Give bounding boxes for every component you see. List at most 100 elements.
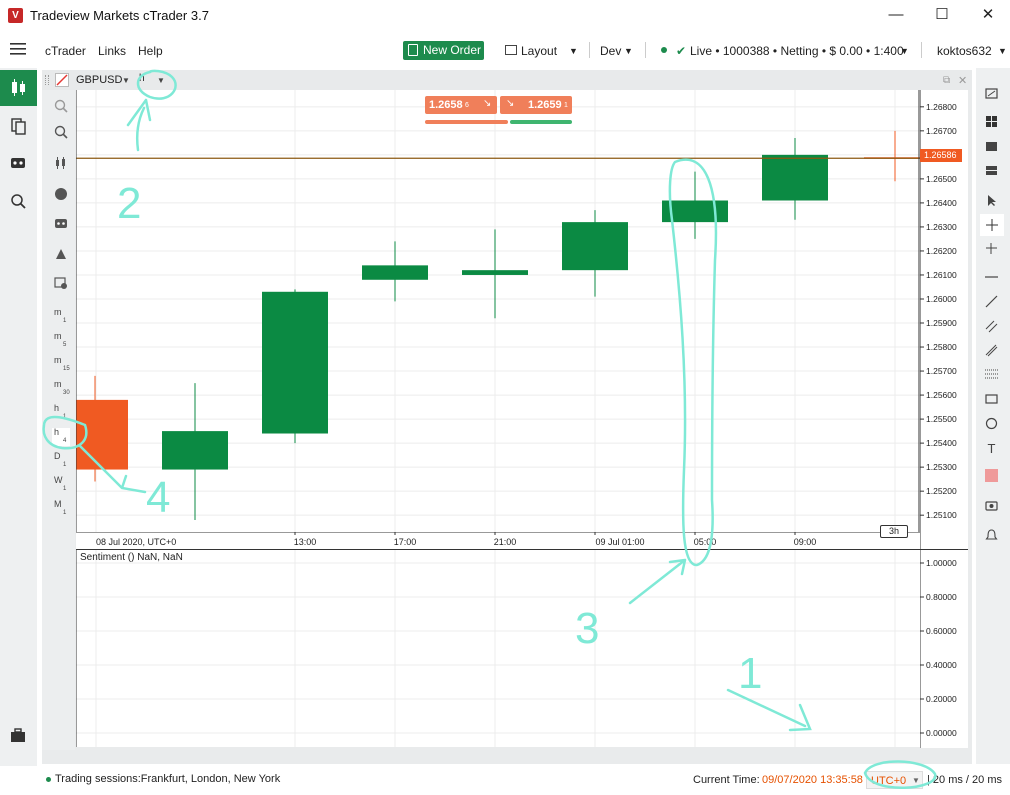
timeframe-sub: 30 (63, 390, 70, 396)
briefcase-icon[interactable] (0, 718, 37, 754)
price-chart[interactable] (62, 90, 926, 532)
sell-quote-button[interactable]: 1.2658 6 ↘ (425, 96, 497, 114)
split-layout-icon[interactable] (985, 164, 998, 177)
sentiment-tick-label: 0.60000 (926, 626, 957, 636)
price-tick-label: 1.25100 (926, 510, 957, 520)
timezone-selector[interactable]: UTC+0 ▼ (866, 771, 923, 789)
chart-edit-icon[interactable] (985, 87, 998, 100)
workspace-dropdown-arrow-icon[interactable]: ▼ (624, 46, 633, 56)
account-selector[interactable]: Live • 1000388 • Netting • $ 0.00 • 1:40… (690, 44, 904, 58)
price-tick-label: 1.26500 (926, 174, 957, 184)
window-title: Tradeview Markets cTrader 3.7 (30, 8, 209, 23)
layout-button[interactable]: Layout (521, 44, 557, 58)
price-tick-label: 1.26700 (926, 126, 957, 136)
candle-body (262, 291, 328, 434)
close-chart-icon[interactable]: ✕ (958, 74, 967, 87)
rectangle-tool-icon[interactable] (985, 393, 998, 406)
menu-links[interactable]: Links (98, 44, 126, 58)
sidebar-item-trade[interactable] (0, 70, 37, 106)
buy-quote-button[interactable]: ↘ 1.2659 1 (500, 96, 572, 114)
price-tick-label: 1.25700 (926, 366, 957, 376)
channel-icon[interactable] (985, 320, 998, 333)
price-tick-label: 1.25500 (926, 414, 957, 424)
maximize-button[interactable]: ☐ (922, 4, 962, 28)
current-time-label: Current Time: (693, 774, 760, 786)
buy-pip: 1 (564, 102, 568, 109)
workspace-dropdown[interactable]: Dev (600, 44, 621, 58)
sidebar-item-automate[interactable] (0, 146, 37, 182)
camera-icon[interactable] (985, 499, 998, 512)
layout-dropdown-arrow-icon[interactable]: ▼ (569, 46, 578, 56)
chart-type-icon[interactable] (55, 73, 69, 87)
hamburger-menu-icon[interactable] (10, 42, 26, 56)
candlestick-type-icon[interactable] (54, 156, 68, 170)
timeframe-m15[interactable]: m 15 (54, 356, 70, 374)
time-tick-label: 05:00 (694, 537, 717, 547)
sentiment-label: Sentiment () NaN, NaN (80, 552, 183, 563)
timeframe-label: W (54, 475, 63, 485)
time-tick-label: 08 Jul 2020, UTC+0 (96, 537, 176, 547)
price-tick-label: 1.26100 (926, 270, 957, 280)
sentiment-pane[interactable]: Sentiment () NaN, NaN (75, 550, 920, 747)
crosshair-tool-selected[interactable] (980, 214, 1004, 236)
time-axis: 08 Jul 2020, UTC+0 13:00 17:00 21:00 09 Jul … (76, 531, 920, 550)
detach-chart-icon[interactable]: ⧉ (943, 75, 950, 86)
alert-bell-icon[interactable] (985, 529, 998, 542)
social-icon[interactable] (54, 187, 68, 201)
text-tool-icon[interactable]: T (985, 441, 998, 456)
timeframe-h1[interactable]: h1 (54, 404, 66, 422)
robot-icon[interactable] (54, 216, 68, 230)
menu-ctrader[interactable]: cTrader (45, 44, 86, 58)
color-picker-icon[interactable] (985, 469, 998, 482)
toolbar-divider (589, 42, 590, 58)
timeframe-dropdown-arrow-icon[interactable]: ▼ (157, 76, 165, 85)
measure-tool-icon[interactable] (985, 242, 998, 255)
candle-body (362, 265, 428, 280)
sidebar-item-analyze[interactable] (0, 184, 37, 220)
price-tick-label: 1.25300 (926, 462, 957, 472)
timeframe-m1[interactable]: m1 (54, 308, 66, 326)
user-dropdown-arrow-icon[interactable]: ▼ (998, 46, 1007, 56)
symbol-selector[interactable]: GBPUSD (76, 74, 122, 86)
menu-help[interactable]: Help (138, 44, 163, 58)
timeframe-label: h (54, 403, 60, 413)
sentiment-tick-label: 0.40000 (926, 660, 957, 670)
chart-settings-icon[interactable] (54, 276, 68, 290)
timeframe-sub: 1 (63, 486, 67, 492)
ellipse-tool-icon[interactable] (985, 417, 998, 430)
horizontal-line-icon[interactable] (985, 270, 998, 283)
timeframe-label: m (54, 307, 62, 317)
timeframe-label: M (54, 499, 62, 509)
timeframe-M1[interactable]: M1 (54, 500, 66, 518)
drag-handle-icon[interactable] (45, 75, 49, 85)
price-axis[interactable]: 1.268001.267001.266001.265001.264001.263… (919, 90, 968, 748)
symbol-dropdown-arrow-icon[interactable]: ▼ (122, 76, 130, 85)
new-order-icon (408, 44, 418, 56)
user-menu[interactable]: koktos632 (937, 44, 992, 58)
timeframe-selector[interactable]: h (139, 73, 145, 84)
sidebar-item-copy[interactable] (0, 108, 37, 144)
cursor-arrow-icon[interactable] (985, 194, 998, 207)
buy-price: 1.2659 (528, 99, 562, 111)
fibonacci-icon[interactable] (985, 368, 998, 381)
close-button[interactable]: ✕ (968, 4, 1008, 28)
price-tick-label: 1.26400 (926, 198, 957, 208)
single-layout-icon[interactable] (985, 140, 998, 153)
indicator-icon[interactable] (54, 247, 68, 261)
timeframe-W1[interactable]: W1 (54, 476, 66, 494)
timeframe-h4[interactable]: h4 (52, 428, 70, 446)
price-tick-label: 1.26800 (926, 102, 957, 112)
layout-grid-icon[interactable] (985, 115, 998, 128)
timeframe-m5[interactable]: m5 (54, 332, 66, 350)
pitchfork-icon[interactable] (985, 344, 998, 357)
zoom-out-icon[interactable] (54, 125, 68, 139)
timeframe-m30[interactable]: m 30 (54, 380, 70, 398)
chart-scrollbar[interactable] (44, 751, 968, 761)
candlestick-chart (62, 90, 926, 532)
zoom-in-icon[interactable] (54, 99, 68, 113)
account-dropdown-arrow-icon[interactable]: ▼ (900, 46, 909, 56)
trendline-icon[interactable] (985, 295, 998, 308)
timeframe-D1[interactable]: D1 (54, 452, 66, 470)
timezone-value: UTC+0 (871, 775, 907, 787)
minimize-button[interactable]: — (876, 4, 916, 28)
